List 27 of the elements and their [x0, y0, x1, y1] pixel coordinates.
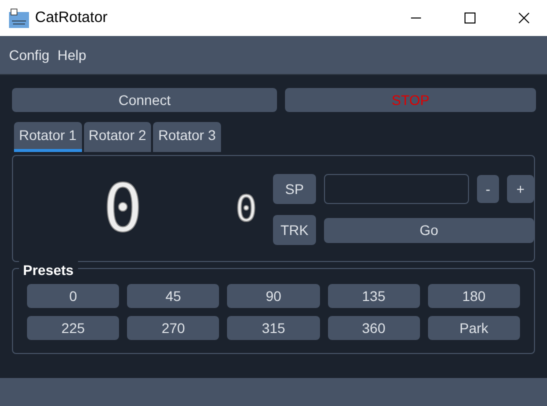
preset-button[interactable]: 135 [328, 284, 420, 308]
elevation-display: 0 [235, 189, 257, 230]
preset-button[interactable]: 45 [127, 284, 220, 308]
preset-button[interactable]: 0 [27, 284, 120, 308]
minus-button[interactable]: - [477, 175, 499, 203]
preset-button[interactable]: Park [428, 316, 520, 340]
preset-button[interactable]: 270 [127, 316, 220, 340]
trk-button[interactable]: TRK [273, 215, 316, 245]
maximize-icon[interactable] [464, 12, 476, 24]
azimuth-display: 0 [103, 176, 143, 242]
preset-button[interactable]: 90 [227, 284, 320, 308]
preset-button[interactable]: 180 [428, 284, 520, 308]
plus-button[interactable]: + [507, 175, 534, 203]
tab[interactable]: Rotator 3 [153, 122, 221, 152]
preset-button[interactable]: 315 [227, 316, 320, 340]
tab[interactable]: Rotator 2 [84, 122, 152, 152]
menu-item[interactable]: Config [6, 42, 52, 68]
sp-button[interactable]: SP [273, 174, 316, 204]
connect-button[interactable]: Connect [12, 88, 278, 112]
preset-button[interactable]: 360 [328, 316, 420, 340]
menu-item[interactable]: Help [54, 42, 90, 68]
tab[interactable]: Rotator 1 [14, 122, 82, 152]
input-field[interactable] [324, 174, 469, 204]
close-icon[interactable] [518, 12, 530, 24]
preset-button[interactable]: 225 [27, 316, 120, 340]
window-title: CatRotator [35, 8, 108, 28]
go-button[interactable]: Go [324, 218, 534, 242]
